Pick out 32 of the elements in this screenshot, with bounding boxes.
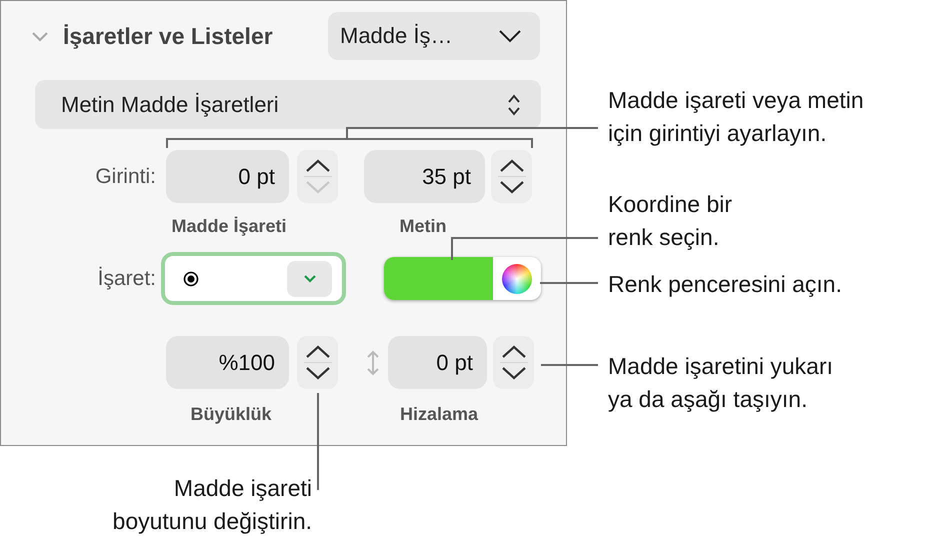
- callout-text: Madde işaretini yukarı ya da aşağı taşıyın.: [608, 352, 833, 414]
- bullet-type-popup[interactable]: Metin Madde İşaretleri: [35, 80, 541, 129]
- color-wheel-icon[interactable]: [502, 264, 532, 294]
- field-caption: Hizalama: [398, 404, 480, 424]
- callout-text: Renk penceresini açın.: [608, 270, 842, 299]
- callout-text: Madde işareti veya metin için girintiyi ayarlayın.: [608, 86, 864, 148]
- color-swatch[interactable]: [384, 257, 493, 300]
- color-well[interactable]: [384, 257, 541, 300]
- vertical-arrow-icon: [367, 350, 379, 376]
- field-caption: Metin: [398, 216, 448, 236]
- chevron-icon: [287, 260, 332, 296]
- callout-text: Koordine bir renk seçin.: [608, 190, 732, 252]
- size-field[interactable]: %100: [166, 336, 289, 389]
- chevron-icon: [498, 29, 522, 43]
- up-down-icon: [507, 94, 521, 116]
- field-caption: Madde İşareti: [170, 216, 288, 236]
- indent-field[interactable]: 35 pt: [364, 150, 485, 203]
- style-dropdown[interactable]: Madde İş…: [328, 12, 540, 60]
- section-title: İşaretler ve Listeler: [63, 22, 273, 50]
- leader-line: [540, 282, 598, 284]
- indent-label: Girinti:: [94, 164, 156, 188]
- field-caption: Büyüklük: [189, 404, 273, 424]
- callout-text: Madde işareti boyutunu değiştirin.: [112, 474, 312, 536]
- bullet-icon: [183, 270, 199, 286]
- indent-field[interactable]: 0 pt: [166, 150, 289, 203]
- bullet-label: İşaret:: [96, 266, 156, 290]
- leader-line: [541, 364, 598, 366]
- stepper[interactable]: [297, 336, 338, 389]
- stepper[interactable]: [297, 150, 338, 203]
- stepper[interactable]: [493, 336, 534, 389]
- stepper[interactable]: [491, 150, 532, 203]
- align-field[interactable]: 0 pt: [388, 336, 487, 389]
